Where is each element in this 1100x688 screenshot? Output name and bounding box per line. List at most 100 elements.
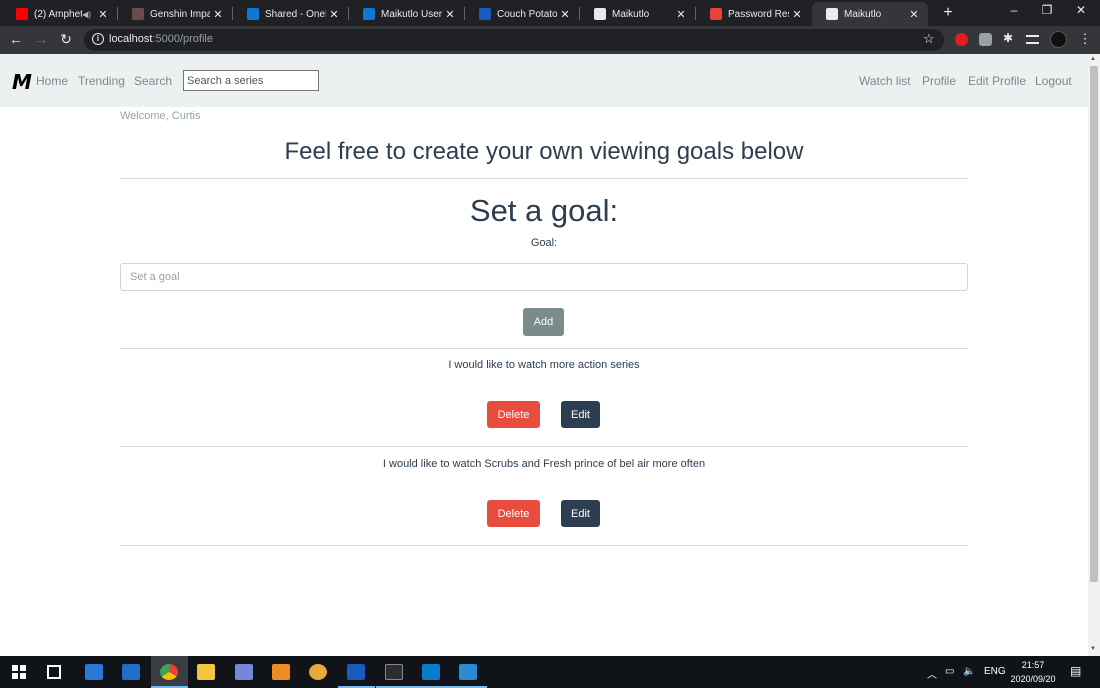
browser-tab[interactable]: Password Reset✕ [696,2,811,26]
genshin-icon [132,8,144,20]
volume-icon[interactable]: 🔈 [963,666,975,677]
security-icon[interactable] [309,664,327,680]
task-view-icon[interactable] [47,665,61,679]
divider [120,178,968,179]
discord-icon[interactable] [235,664,253,680]
nav-search-link[interactable]: Search [134,74,172,88]
site-logo[interactable]: M [12,70,32,94]
tab-close-icon[interactable]: ✕ [326,8,342,21]
site-navbar: M Home Trending Search Watch list Profil… [0,54,1088,107]
delete-goal-button[interactable]: Delete [487,401,540,428]
file-explorer-icon[interactable] [197,664,215,680]
tab-title: Shared - OneDr [265,8,326,20]
globe-icon [594,8,606,20]
scrollbar-thumb[interactable] [1090,66,1098,582]
onedrive-icon [363,8,375,20]
edit-goal-button[interactable]: Edit [561,401,600,428]
chrome-icon[interactable] [160,664,178,680]
url-host: localhost [109,33,153,45]
scroll-up-arrow-icon[interactable]: ▲ [1090,56,1096,62]
goal-label: Goal: [530,237,558,249]
mail-icon[interactable] [122,664,140,680]
photos-icon[interactable] [459,664,477,680]
gmail-icon [710,8,722,20]
media-player-icon[interactable] [272,664,290,680]
browser-tab[interactable]: Shared - OneDr✕ [233,2,348,26]
language-indicator[interactable]: ENG [984,666,1006,677]
browser-tab[interactable]: Maikutlo User M✕ [349,2,464,26]
scroll-down-arrow-icon[interactable]: ▼ [1090,646,1096,652]
tab-close-icon[interactable]: ✕ [210,8,226,21]
goal-input[interactable] [120,263,968,291]
tab-close-icon[interactable]: ✕ [557,8,573,21]
tab-close-icon[interactable]: ✕ [442,8,458,21]
extension-shield-icon[interactable] [955,33,968,46]
page-viewport: M Home Trending Search Watch list Profil… [0,54,1088,656]
terminal-icon[interactable] [385,664,403,680]
nav-profile-link[interactable]: Profile [922,74,956,88]
clock-date[interactable]: 2020/09/20 [1008,674,1058,684]
nav-edit-profile-link[interactable]: Edit Profile [968,74,1026,88]
forward-icon[interactable]: → [32,31,50,47]
new-tab-button[interactable]: + [940,4,956,22]
site-info-icon[interactable]: i [92,33,104,45]
notifications-icon[interactable]: ▤ [1070,664,1081,678]
restore-button[interactable]: ❐ [1037,3,1057,17]
url-text[interactable]: localhost:5000/profile [109,33,213,45]
nav-watch-list-link[interactable]: Watch list [859,74,911,88]
goal-text: I would like to watch more action series [448,359,640,371]
extension-cast-icon[interactable] [979,33,992,46]
tab-title: Couch Potatoes [497,8,557,20]
profile-avatar[interactable] [1050,31,1067,48]
divider [120,446,968,447]
network-icon[interactable]: ▭ [945,666,954,677]
edit-goal-button[interactable]: Edit [561,500,600,527]
minimize-button[interactable]: – [1004,3,1024,17]
browser-tab[interactable]: Genshin Impact✕ [118,2,232,26]
youtube-icon [16,8,28,20]
tab-title: Maikutlo [844,8,882,20]
nav-trending-link[interactable]: Trending [78,74,125,88]
browser-tab[interactable]: (2) Amphet ◀) ✕ [2,2,117,26]
add-goal-button[interactable]: Add [523,308,564,336]
word-icon [479,8,491,20]
tab-close-icon[interactable]: ✕ [95,8,111,21]
tab-title: Genshin Impact [150,8,210,20]
bookmark-star-icon[interactable]: ☆ [923,31,935,47]
browser-tab[interactable]: Maikutlo ✕ [580,2,695,26]
store-icon[interactable] [85,664,103,680]
globe-icon [826,8,838,20]
tab-audio-icon[interactable]: ◀) [82,10,91,19]
clock-time[interactable]: 21:57 [1013,660,1053,670]
browser-tab[interactable]: Maikutlo ✕ [812,2,928,26]
reload-icon[interactable]: ↻ [57,31,75,48]
tray-chevron-icon[interactable]: ︿ [927,666,937,681]
welcome-message: Welcome, Curtis [120,110,201,122]
nav-home-link[interactable]: Home [36,74,68,88]
vscode-icon[interactable] [422,664,440,680]
goal-text: I would like to watch Scrubs and Fresh p… [382,458,706,470]
tab-title: Password Reset [728,8,789,20]
tab-close-icon[interactable]: ✕ [673,8,689,21]
delete-goal-button[interactable]: Delete [487,500,540,527]
media-queue-icon[interactable] [1026,35,1039,44]
tab-close-icon[interactable]: ✕ [789,8,805,21]
browser-menu-icon[interactable]: ⋮ [1076,31,1094,47]
tab-title: Maikutlo [612,8,650,20]
nav-logout-link[interactable]: Logout [1035,74,1072,88]
address-bar[interactable] [84,29,944,51]
onedrive-icon [247,8,259,20]
divider [120,545,968,546]
series-search-input[interactable] [183,70,319,91]
start-icon[interactable] [12,665,26,679]
back-icon[interactable]: ← [7,31,25,47]
window-close-button[interactable]: ✕ [1071,3,1091,17]
goal-item: I would like to watch more action series… [120,349,968,447]
word-icon[interactable] [347,664,365,680]
tab-title: Maikutlo User M [381,8,442,20]
tab-close-icon[interactable]: ✕ [906,8,922,21]
extensions-puzzle-icon[interactable]: ✱ [1003,31,1016,45]
set-goal-heading: Set a goal: [469,193,619,228]
goal-item: I would like to watch Scrubs and Fresh p… [120,448,968,546]
browser-tab[interactable]: Couch Potatoes✕ [465,2,579,26]
